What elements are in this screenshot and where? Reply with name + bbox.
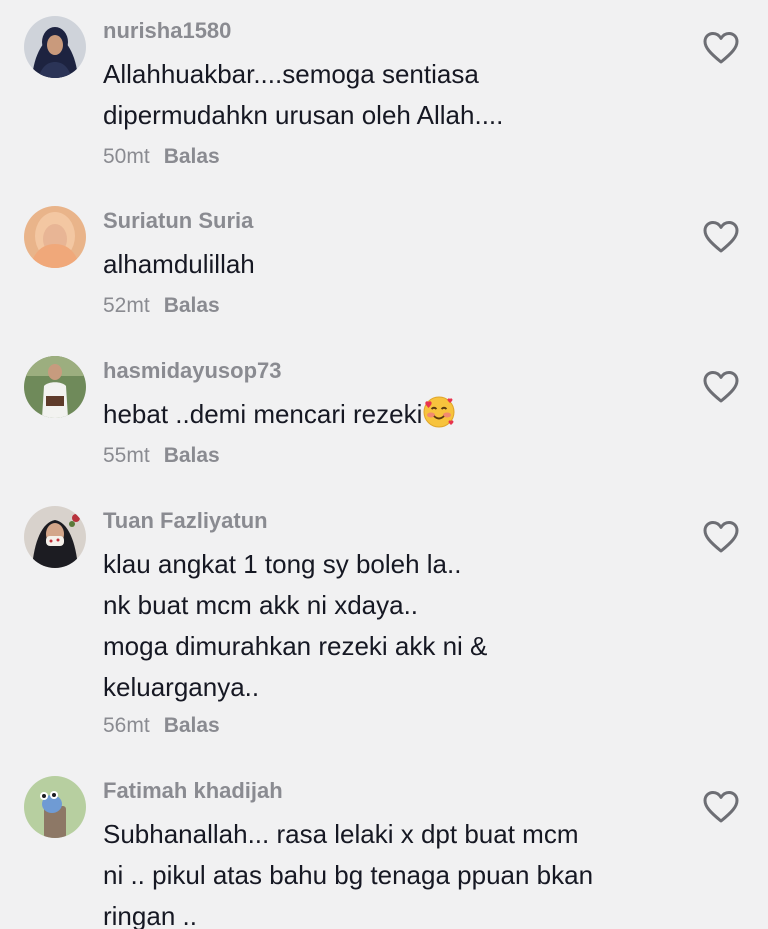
avatar[interactable]: [24, 356, 86, 418]
heart-outline-icon: [703, 521, 739, 553]
comment-username[interactable]: Suriatun Suria: [103, 208, 253, 234]
comment-username[interactable]: Fatimah khadijah: [103, 778, 283, 804]
heart-outline-icon: [703, 32, 739, 64]
like-button[interactable]: [702, 31, 740, 65]
avatar[interactable]: [24, 776, 86, 838]
comment-meta: 50mt Balas: [103, 145, 220, 169]
comment-username[interactable]: hasmidayusop73: [103, 358, 282, 384]
comment-username[interactable]: Tuan Fazliyatun: [103, 508, 268, 534]
reply-button[interactable]: Balas: [164, 145, 220, 168]
comment-text: klau angkat 1 tong sy boleh la.. nk buat…: [103, 549, 488, 702]
avatar[interactable]: [24, 506, 86, 568]
smiling-face-with-hearts-emoji: [422, 395, 456, 429]
reply-button[interactable]: Balas: [164, 444, 220, 467]
comment-text: hebat ..demi mencari rezeki: [103, 394, 456, 435]
comment-list: nurisha1580 Allahhuakbar....semoga senti…: [0, 0, 768, 929]
reply-button[interactable]: Balas: [164, 294, 220, 317]
comment-time: 50mt: [103, 145, 150, 168]
like-button[interactable]: [702, 220, 740, 254]
comment-time: 55mt: [103, 444, 150, 467]
comment-text: Subhanallah... rasa lelaki x dpt buat mc…: [103, 819, 594, 929]
reply-button[interactable]: Balas: [164, 714, 220, 737]
comment-meta: 56mt Balas: [103, 714, 220, 738]
like-button[interactable]: [702, 520, 740, 554]
like-button[interactable]: [702, 370, 740, 404]
comment-meta: 55mt Balas: [103, 444, 220, 468]
comment-text: Allahhuakbar....semoga sentiasa dipermud…: [103, 59, 504, 130]
heart-outline-icon: [703, 791, 739, 823]
avatar[interactable]: [24, 206, 86, 268]
heart-outline-icon: [703, 221, 739, 253]
comment-text: alhamdulillah: [103, 249, 255, 279]
comment-meta: 52mt Balas: [103, 294, 220, 318]
heart-outline-icon: [703, 371, 739, 403]
comment-time: 56mt: [103, 714, 150, 737]
comment-username[interactable]: nurisha1580: [103, 18, 231, 44]
comment-time: 52mt: [103, 294, 150, 317]
like-button[interactable]: [702, 790, 740, 824]
avatar[interactable]: [24, 16, 86, 78]
